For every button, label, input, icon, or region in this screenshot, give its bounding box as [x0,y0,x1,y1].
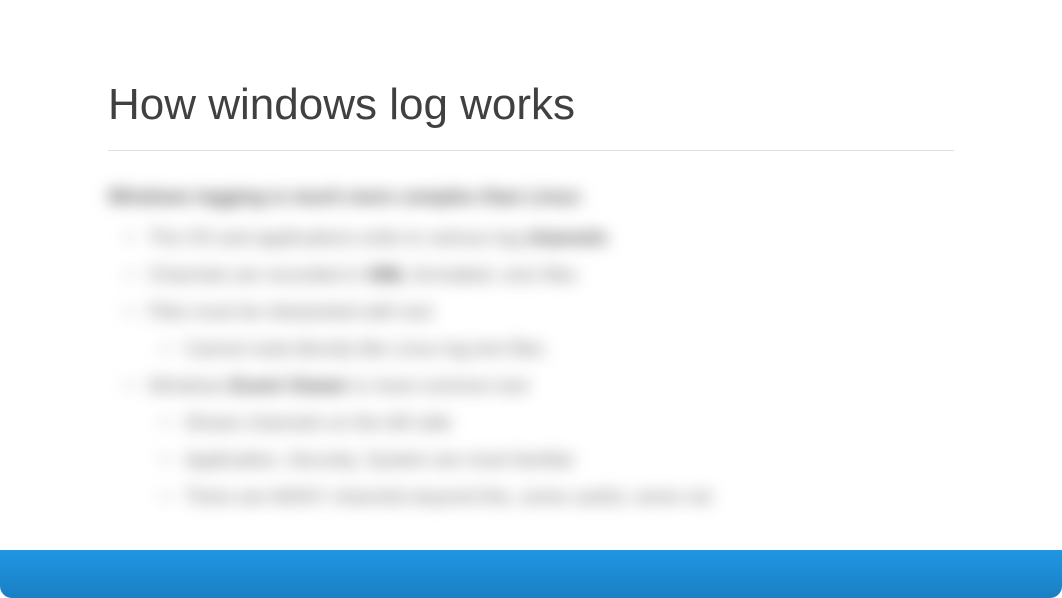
sub-list: Cannot read directly like Linux log text… [148,331,954,368]
intro-text: Windows logging is much more complex tha… [108,179,954,216]
list-item: Application, Security, System are most f… [184,442,954,479]
sub-list: Shows channels on the left side Applicat… [148,405,954,516]
footer-accent-bar [0,550,1062,598]
list-item: Channels are recorded in XML formatted .… [148,257,954,294]
list-item: There are MANY channels beyond this, som… [184,479,954,516]
list-item: Files must be interpreted with tool Cann… [148,294,954,368]
bullet-list: The OS and applications write to various… [108,220,954,516]
list-item: Cannot read directly like Linux log text… [184,331,954,368]
list-item: The OS and applications write to various… [148,220,954,257]
slide: How windows log works Windows logging is… [0,0,1062,598]
title-divider [108,150,954,151]
list-item: Windows Event Viewer is most common tool… [148,368,954,516]
slide-title: How windows log works [108,80,954,130]
blurred-content: Windows logging is much more complex tha… [108,179,954,516]
list-item: Shows channels on the left side [184,405,954,442]
